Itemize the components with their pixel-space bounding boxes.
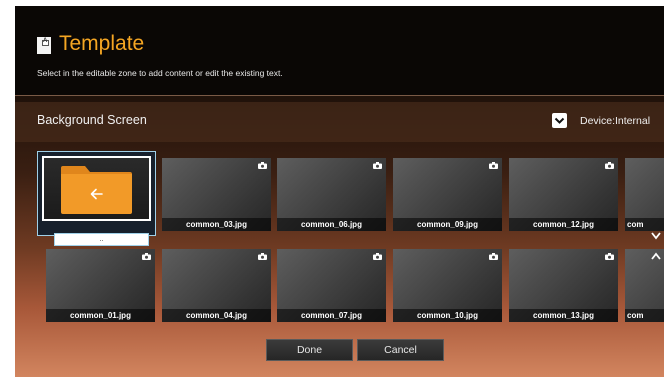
scroll-down-icon[interactable] xyxy=(651,232,661,240)
camera-icon xyxy=(489,162,498,169)
camera-icon xyxy=(258,253,267,260)
image-filename: common_06.jpg xyxy=(277,218,386,231)
image-tile[interactable]: common_12.jpg xyxy=(509,158,618,231)
scroll-up-icon[interactable] xyxy=(651,252,661,260)
image-filename: common_09.jpg xyxy=(393,218,502,231)
image-tile[interactable]: common_03.jpg xyxy=(162,158,271,231)
image-tile[interactable]: common_09.jpg xyxy=(393,158,502,231)
camera-icon xyxy=(605,253,614,260)
folder-thumbnail xyxy=(42,156,151,221)
page-subtitle: Select in the editable zone to add conte… xyxy=(37,68,283,78)
image-filename: com xyxy=(625,218,664,231)
background-screen-title: Background Screen xyxy=(37,113,147,127)
divider xyxy=(15,95,664,96)
template-icon: A xyxy=(37,37,51,54)
image-tile[interactable]: common_06.jpg xyxy=(277,158,386,231)
page-title: Template xyxy=(59,32,145,55)
image-tile[interactable]: common_13.jpg xyxy=(509,249,618,322)
image-filename: com xyxy=(625,309,664,322)
image-filename: common_12.jpg xyxy=(509,218,618,231)
image-tile-partial[interactable]: com xyxy=(625,158,664,231)
image-filename: common_01.jpg xyxy=(46,309,155,322)
image-tile[interactable]: common_07.jpg xyxy=(277,249,386,322)
camera-icon xyxy=(489,253,498,260)
image-filename: common_07.jpg xyxy=(277,309,386,322)
back-folder-icon xyxy=(61,166,132,214)
cancel-button[interactable]: Cancel xyxy=(357,339,444,361)
camera-icon xyxy=(373,162,382,169)
camera-icon xyxy=(142,253,151,260)
image-tile[interactable]: common_04.jpg xyxy=(162,249,271,322)
image-tile[interactable]: common_10.jpg xyxy=(393,249,502,322)
header: A Template Select in the editable zone t… xyxy=(15,6,664,95)
folder-back-tile[interactable]: .. xyxy=(37,151,156,246)
camera-icon xyxy=(605,162,614,169)
background-screen-bar: Background Screen Device:Internal xyxy=(15,102,664,142)
done-button[interactable]: Done xyxy=(266,339,353,361)
template-screen: A Template Select in the editable zone t… xyxy=(15,6,664,377)
camera-icon xyxy=(373,253,382,260)
folder-label: .. xyxy=(54,233,149,246)
camera-icon xyxy=(258,162,267,169)
checkmark-icon xyxy=(554,117,565,124)
image-tile[interactable]: common_01.jpg xyxy=(46,249,155,322)
image-filename: common_10.jpg xyxy=(393,309,502,322)
image-filename: common_13.jpg xyxy=(509,309,618,322)
device-label[interactable]: Device:Internal xyxy=(580,115,650,127)
device-checkbox[interactable] xyxy=(552,113,567,128)
image-filename: common_03.jpg xyxy=(162,218,271,231)
image-filename: common_04.jpg xyxy=(162,309,271,322)
